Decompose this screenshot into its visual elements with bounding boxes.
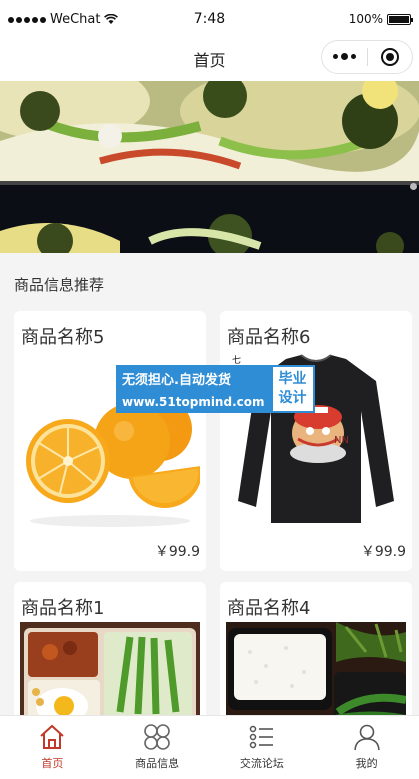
product-image-bento [20, 622, 200, 722]
banner-image [0, 81, 419, 253]
product-card[interactable]: 商品名称4 [220, 582, 412, 722]
battery-percent: 100% [348, 12, 383, 26]
product-price: ￥99.9 [154, 544, 200, 560]
status-right: 100% [348, 12, 413, 26]
tab-label: 商品信息 [135, 757, 180, 770]
bottom-tab-bar: 首页 商品信息 交流论坛 我的 [0, 715, 419, 779]
tab-profile[interactable]: 我的 [314, 716, 419, 779]
more-options-icon[interactable] [322, 53, 367, 60]
banner-carousel[interactable] [0, 81, 419, 253]
svg-text:NN: NN [334, 435, 349, 446]
product-name: 商品名称4 [227, 598, 311, 619]
navigation-bar: 首页 [0, 40, 419, 81]
product-card[interactable]: 商品名称5 ￥99.9 [14, 311, 206, 571]
tab-products[interactable]: 商品信息 [105, 716, 210, 779]
miniprogram-capsule [321, 40, 413, 74]
home-icon [40, 724, 65, 749]
user-icon [353, 724, 380, 751]
close-miniprogram-icon[interactable] [368, 48, 412, 66]
product-image-rice [226, 622, 406, 722]
watermark-slogan: 无须担心.自动发货 [122, 373, 231, 388]
product-name: 商品名称6 [227, 327, 311, 348]
product-name: 商品名称1 [21, 598, 105, 619]
grid-icon [144, 724, 170, 750]
watermark-right: 毕业 设计 [270, 365, 315, 413]
tab-label: 我的 [355, 757, 378, 770]
tab-label: 首页 [41, 757, 64, 770]
list-icon [249, 725, 273, 749]
watermark-right-line1: 毕业 [278, 371, 307, 387]
watermark-badge: 无须担心.自动发货 www.51topmind.com 毕业 设计 [116, 365, 315, 413]
status-bar: WeChat 7:48 100% [0, 0, 419, 40]
product-name: 商品名称5 [21, 327, 105, 348]
product-price: ￥99.9 [360, 544, 406, 560]
product-card[interactable]: 商品名称1 [14, 582, 206, 722]
tab-home[interactable]: 首页 [0, 716, 105, 779]
page: WeChat 7:48 100% 首页 商品信息推荐 商品名称5 ￥99.9 商… [0, 0, 419, 779]
tab-label: 交流论坛 [239, 757, 284, 770]
watermark-right-line2: 设计 [278, 390, 307, 406]
tab-forum[interactable]: 交流论坛 [210, 716, 315, 779]
watermark-left: 无须担心.自动发货 www.51topmind.com [116, 365, 271, 413]
section-title: 商品信息推荐 [14, 276, 105, 294]
battery-icon [387, 13, 413, 25]
product-card[interactable]: 商品名称6 NN 七 ￥99.9 [220, 311, 412, 571]
watermark-url: www.51topmind.com [122, 395, 265, 409]
carousel-indicator[interactable] [410, 183, 417, 190]
